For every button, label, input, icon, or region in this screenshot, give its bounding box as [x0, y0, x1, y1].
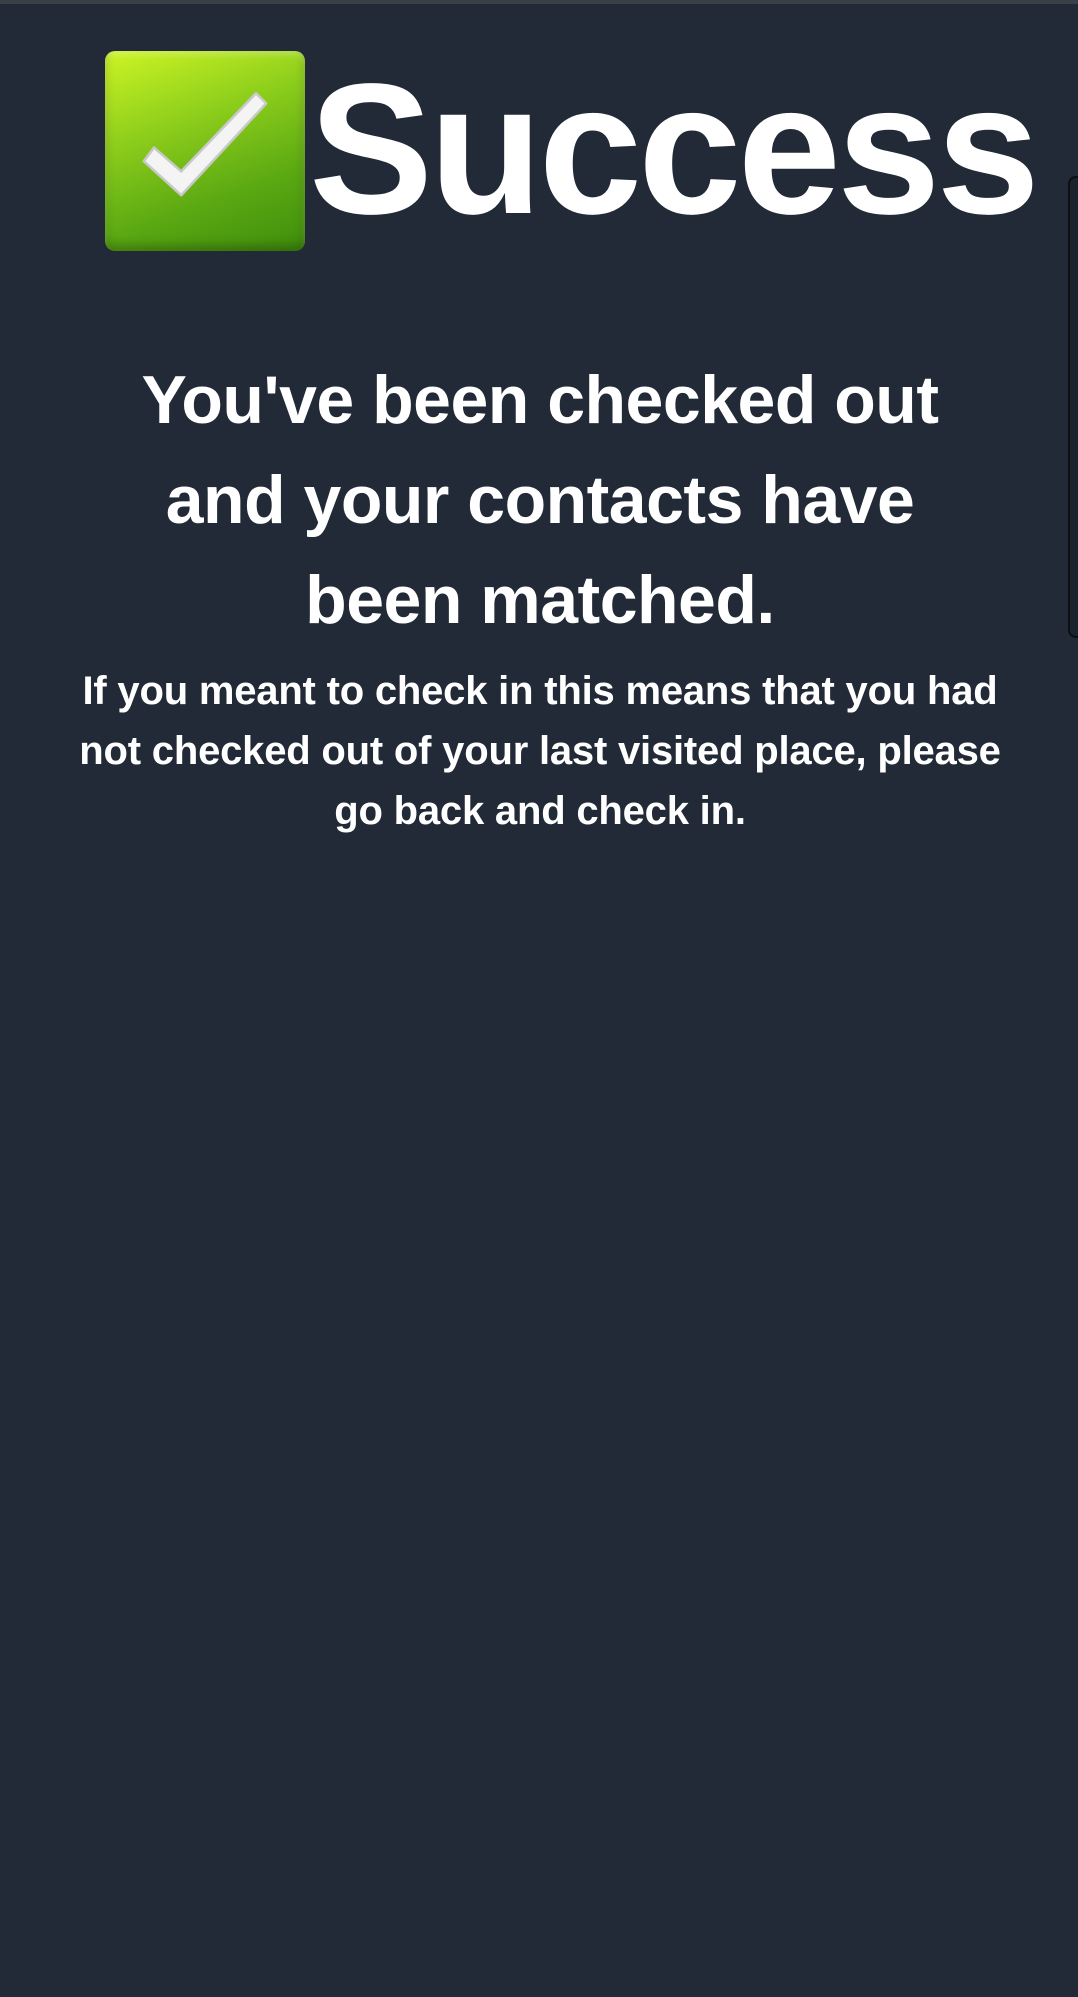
checkout-message: You've been checked out and your contact… — [141, 362, 939, 638]
top-edge — [0, 0, 1078, 4]
check-mark-button-icon — [105, 51, 305, 251]
checkin-instructions: If you meant to check in this means that… — [79, 669, 1001, 833]
checkmark-icon — [142, 91, 268, 197]
page-title: Success — [309, 46, 1040, 253]
edge-panel-handle[interactable] — [1068, 176, 1078, 638]
success-header: Success — [105, 46, 1040, 253]
